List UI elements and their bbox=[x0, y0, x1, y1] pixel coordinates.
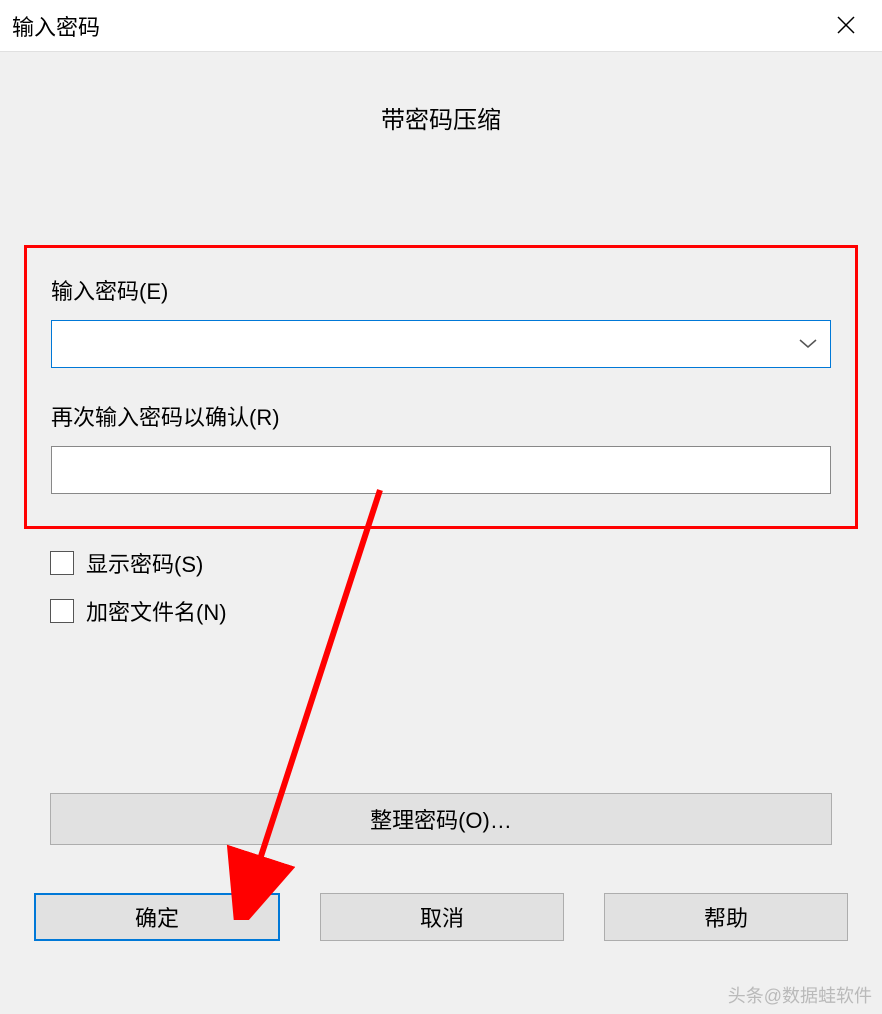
checkbox-icon bbox=[50, 551, 74, 575]
ok-button[interactable]: 确定 bbox=[34, 893, 280, 941]
manage-passwords-button[interactable]: 整理密码(O)… bbox=[50, 793, 832, 845]
show-password-checkbox[interactable]: 显示密码(S) bbox=[50, 547, 832, 579]
watermark-text: 头条@数据蛙软件 bbox=[728, 982, 872, 1008]
cancel-button[interactable]: 取消 bbox=[320, 893, 564, 941]
close-icon[interactable] bbox=[826, 13, 866, 39]
password-combo[interactable] bbox=[51, 320, 831, 368]
password-label: 输入密码(E) bbox=[51, 274, 831, 306]
confirm-password-input[interactable] bbox=[51, 446, 831, 494]
window-title: 输入密码 bbox=[12, 10, 100, 42]
help-button[interactable]: 帮助 bbox=[604, 893, 848, 941]
titlebar: 输入密码 bbox=[0, 0, 882, 52]
show-password-label: 显示密码(S) bbox=[86, 547, 203, 579]
encrypt-filenames-label: 加密文件名(N) bbox=[86, 595, 227, 627]
password-section-highlight: 输入密码(E) 再次输入密码以确认(R) bbox=[24, 245, 858, 529]
encrypt-filenames-checkbox[interactable]: 加密文件名(N) bbox=[50, 595, 832, 627]
password-input[interactable] bbox=[51, 320, 831, 368]
dialog-heading: 带密码压缩 bbox=[0, 52, 882, 145]
checkbox-icon bbox=[50, 599, 74, 623]
dialog-buttons: 确定 取消 帮助 bbox=[0, 845, 882, 941]
checkbox-area: 显示密码(S) 加密文件名(N) bbox=[0, 529, 882, 627]
dialog-body: 带密码压缩 输入密码(E) 再次输入密码以确认(R) 显示密码(S) 加密文件名… bbox=[0, 52, 882, 941]
confirm-password-label: 再次输入密码以确认(R) bbox=[51, 400, 831, 432]
